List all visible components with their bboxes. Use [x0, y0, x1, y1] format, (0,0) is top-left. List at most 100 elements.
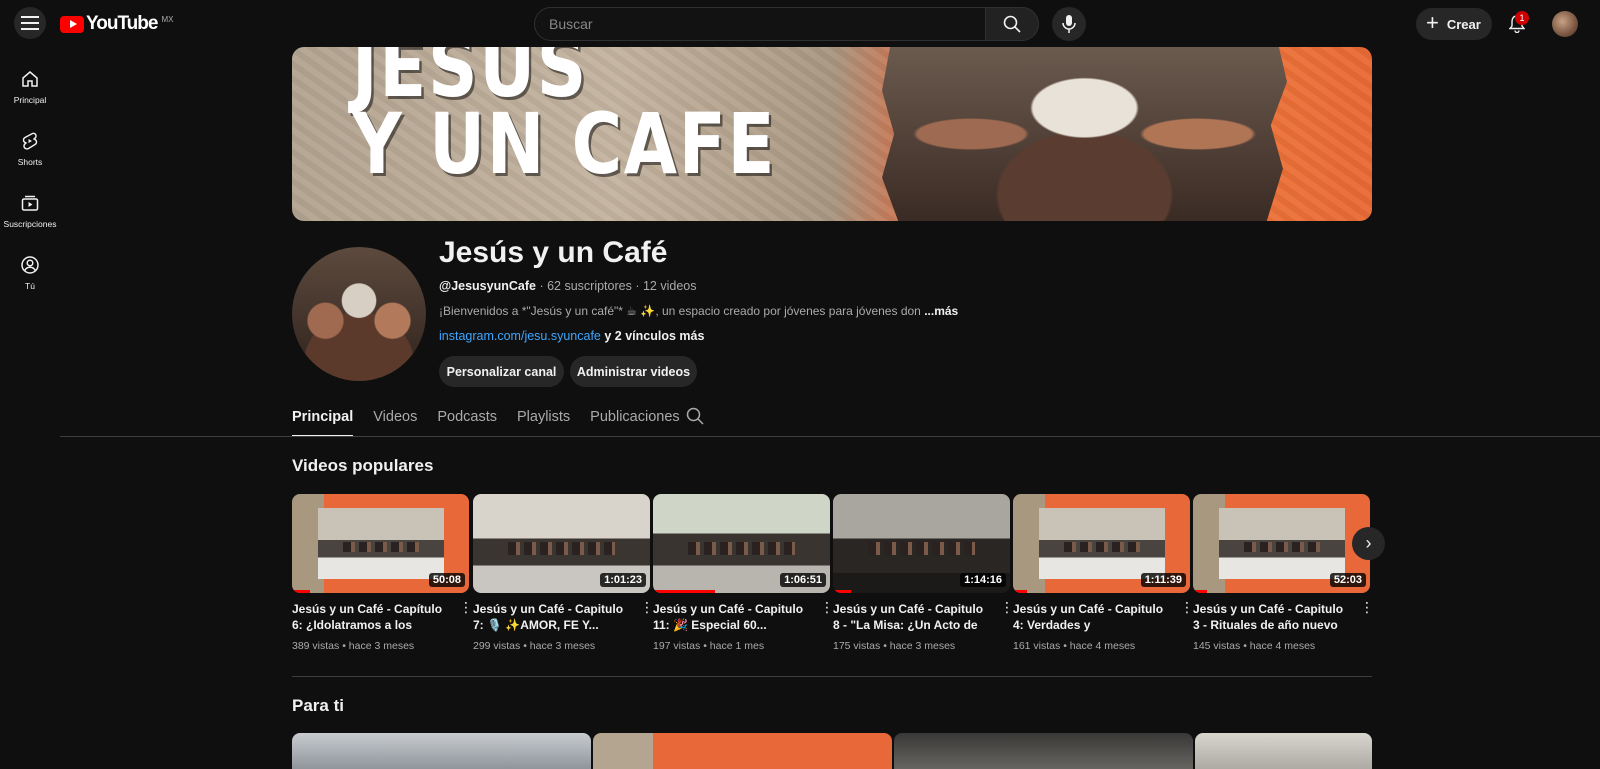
sidebar-item-you[interactable]: Tú	[0, 242, 60, 304]
channel-tabs: Principal Videos Podcasts Playlists Publ…	[292, 405, 700, 437]
channel-search-button[interactable]	[686, 407, 704, 430]
video-duration: 1:06:51	[780, 573, 826, 587]
video-thumbnail[interactable]: 50:08	[292, 494, 469, 593]
tab-podcasts[interactable]: Podcasts	[437, 405, 497, 437]
video-title[interactable]: Jesús y un Café - Capitulo 4: Verdades y…	[1013, 601, 1173, 633]
video-card[interactable]: 1:14:16 Jesús y un Café - Capitulo 8 - "…	[833, 494, 1014, 652]
more-options-icon[interactable]: ⋮	[1360, 600, 1374, 614]
video-views: 145 vistas	[1193, 640, 1241, 652]
search-input[interactable]	[549, 16, 985, 32]
more-link[interactable]: ...más	[924, 304, 958, 318]
voice-search-button[interactable]	[1052, 7, 1086, 41]
channel-links: instagram.com/jesu.syuncafe y 2 vínculos…	[439, 329, 704, 343]
video-card[interactable]: 1:11:39 Jesús y un Café - Capitulo 4: Ve…	[1013, 494, 1194, 652]
watch-progress	[292, 590, 310, 593]
video-card[interactable]: 52:03 Jesús y un Café - Capitulo 3 - Rit…	[1193, 494, 1374, 652]
video-thumbnail[interactable]	[292, 733, 591, 769]
video-thumbnail[interactable]: 1:11:39	[1013, 494, 1190, 593]
tab-playlists[interactable]: Playlists	[517, 405, 570, 437]
youtube-logo[interactable]: YouTube MX	[60, 13, 173, 35]
watch-progress	[1013, 590, 1028, 593]
sidebar-item-label: Principal	[13, 95, 47, 105]
microphone-icon	[1062, 15, 1076, 33]
hamburger-icon	[21, 16, 39, 30]
create-button[interactable]: + Crear	[1416, 8, 1492, 40]
channel-meta: @JesusyunCafe · 62 suscriptores · 12 vid…	[439, 279, 697, 293]
video-meta: 197 vistas • hace 1 mes	[653, 640, 765, 652]
video-title[interactable]: Jesús y un Café - Capitulo 8 - "La Misa:…	[833, 601, 993, 633]
video-card[interactable]: 1:01:23 Jesús y un Café - Capitulo 7: 🎙️…	[473, 494, 654, 652]
video-title[interactable]: Jesús y un Café - Capitulo 7: 🎙️ ✨AMOR, …	[473, 601, 633, 633]
video-thumbnail[interactable]: 52:03	[1193, 494, 1370, 593]
video-thumbnail[interactable]	[593, 733, 892, 769]
more-options-icon[interactable]: ⋮	[640, 600, 654, 614]
subscriber-count: 62 suscriptores	[547, 279, 632, 293]
more-links[interactable]: y 2 vínculos más	[604, 329, 704, 343]
sidebar-item-label: Tú	[25, 281, 35, 291]
instagram-link[interactable]: instagram.com/jesu.syuncafe	[439, 329, 601, 343]
sidebar-item-subscriptions[interactable]: Suscripciones	[0, 180, 60, 242]
carousel-next-button[interactable]: ›	[1352, 527, 1385, 560]
you-icon	[21, 256, 39, 274]
more-options-icon[interactable]: ⋮	[1180, 600, 1194, 614]
video-meta: 145 vistas • hace 4 meses	[1193, 640, 1316, 652]
banner-line-2: Y UN CAFE	[352, 95, 777, 194]
video-age: hace 3 meses	[889, 640, 956, 652]
video-title[interactable]: Jesús y un Café - Capitulo 3 - Rituales …	[1193, 601, 1353, 633]
video-duration: 50:08	[428, 573, 465, 587]
video-views: 197 vistas	[653, 640, 701, 652]
logo-text: YouTube	[86, 13, 158, 34]
banner-title: JESÚS Y UN CAFE	[352, 47, 777, 194]
tab-publicaciones[interactable]: Publicaciones	[590, 405, 679, 437]
channel-avatar[interactable]	[292, 247, 426, 381]
description-text: ¡Bienvenidos a *"Jesús y un café"* ☕ ✨, …	[439, 304, 921, 318]
tabs-divider	[60, 436, 1600, 437]
channel-handle: @JesusyunCafe	[439, 279, 536, 293]
video-views: 161 vistas	[1013, 640, 1061, 652]
more-options-icon[interactable]: ⋮	[1000, 600, 1014, 614]
video-thumbnail[interactable]: 1:14:16	[833, 494, 1010, 593]
video-age: hace 3 meses	[529, 640, 596, 652]
plus-icon: +	[1426, 10, 1439, 35]
video-title[interactable]: Jesús y un Café - Capitulo 11: 🎉 Especia…	[653, 601, 813, 633]
tab-videos[interactable]: Videos	[373, 405, 417, 437]
manage-videos-button[interactable]: Administrar videos	[570, 356, 697, 387]
video-card[interactable]: 50:08 Jesús y un Café - Capítulo 6: ¿Ido…	[292, 494, 473, 652]
tab-principal[interactable]: Principal	[292, 405, 354, 437]
home-icon	[22, 71, 38, 87]
sidebar-item-shorts[interactable]: Shorts	[0, 118, 60, 180]
more-options-icon[interactable]: ⋮	[459, 600, 473, 614]
video-duration: 1:11:39	[1140, 573, 1186, 587]
video-card[interactable]: 1:06:51 Jesús y un Café - Capitulo 11: 🎉…	[653, 494, 834, 652]
video-duration: 52:03	[1329, 573, 1366, 587]
channel-name: Jesús y un Café	[439, 236, 668, 269]
video-age: hace 3 meses	[348, 640, 415, 652]
video-meta: 161 vistas • hace 4 meses	[1013, 640, 1136, 652]
more-options-icon[interactable]: ⋮	[820, 600, 834, 614]
search-button[interactable]	[985, 7, 1039, 41]
account-avatar[interactable]	[1552, 11, 1578, 37]
menu-button[interactable]	[14, 7, 46, 39]
banner-illustration	[882, 47, 1287, 221]
search-icon	[1003, 15, 1021, 33]
section-title-for-you: Para ti	[292, 696, 344, 715]
customize-channel-button[interactable]: Personalizar canal	[439, 356, 564, 387]
channel-description[interactable]: ¡Bienvenidos a *"Jesús y un café"* ☕ ✨, …	[439, 304, 958, 318]
top-header: YouTube MX + Crear 1	[0, 0, 1600, 46]
video-age: hace 4 meses	[1069, 640, 1136, 652]
video-thumbnail[interactable]: 1:06:51	[653, 494, 830, 593]
video-title[interactable]: Jesús y un Café - Capítulo 6: ¿Idolatram…	[292, 601, 452, 633]
video-views: 175 vistas	[833, 640, 881, 652]
video-thumbnail[interactable]	[1195, 733, 1372, 769]
video-thumbnail[interactable]	[894, 733, 1193, 769]
video-meta: 175 vistas • hace 3 meses	[833, 640, 956, 652]
video-meta: 299 vistas • hace 3 meses	[473, 640, 596, 652]
notification-badge: 1	[1515, 11, 1529, 25]
video-count: 12 videos	[642, 279, 697, 293]
sidebar-item-principal[interactable]: Principal	[0, 56, 60, 118]
sidebar: Principal Shorts Suscripciones Tú	[0, 56, 60, 304]
sidebar-item-label: Suscripciones	[3, 219, 57, 229]
video-thumbnail[interactable]: 1:01:23	[473, 494, 650, 593]
search-box	[534, 7, 986, 41]
section-divider	[292, 676, 1372, 677]
